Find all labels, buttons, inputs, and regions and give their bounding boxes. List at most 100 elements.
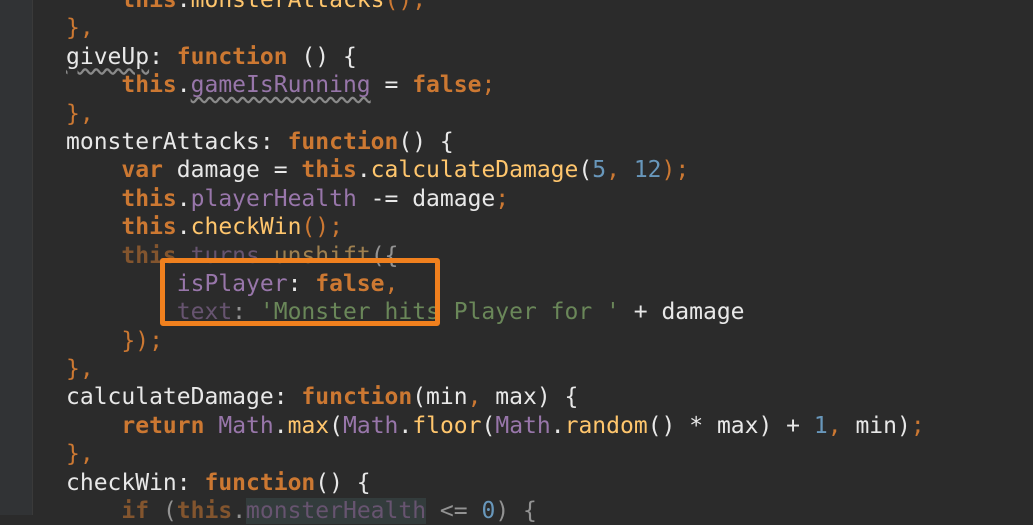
code-line[interactable]: }, <box>66 14 1033 42</box>
code-token: this <box>121 214 177 241</box>
code-token: this <box>176 498 233 525</box>
code-token: monsterAttacks <box>190 0 385 13</box>
code-token: ; <box>495 185 510 212</box>
code-token: min) <box>855 412 911 439</box>
code-token: giveUp <box>66 43 150 70</box>
code-token: <= <box>426 498 482 525</box>
code-token: random <box>564 412 648 439</box>
code-token: ); <box>661 157 690 184</box>
code-token: }, <box>66 100 94 127</box>
code-token: monsterHealth <box>246 498 427 525</box>
code-token: : <box>259 128 288 155</box>
code-token: . <box>176 185 191 212</box>
code-token: monsterAttacks <box>66 128 260 155</box>
code-token: () * max) + <box>647 412 814 439</box>
code-token: -= damage <box>356 185 496 212</box>
annotation-highlight-box <box>160 258 440 326</box>
code-line[interactable]: this.playerHealth -= damage; <box>66 185 1033 213</box>
code-token: . <box>550 412 565 439</box>
code-token: floor <box>412 412 482 439</box>
code-line[interactable]: this.gameIsRunning = false; <box>66 71 1033 99</box>
code-token: + damage <box>619 299 745 326</box>
code-line[interactable]: }, <box>66 355 1033 383</box>
code-token: () { <box>315 469 371 496</box>
code-token: this <box>121 72 177 99</box>
code-token: function <box>204 469 316 496</box>
code-token: max) { <box>495 384 579 411</box>
code-token: 0 <box>481 498 496 525</box>
code-line[interactable]: checkWin: function() { <box>66 469 1033 497</box>
code-token: ( <box>329 412 343 439</box>
code-line[interactable]: giveUp: function () { <box>66 43 1033 71</box>
code-token: return <box>121 412 205 439</box>
code-line[interactable]: }); <box>66 327 1033 355</box>
code-token: Math <box>495 412 551 439</box>
code-token: checkWin <box>190 214 302 241</box>
code-token: ) { <box>495 498 537 525</box>
code-token: . <box>176 72 191 99</box>
code-token: }, <box>66 15 94 42</box>
code-token: . <box>176 0 191 13</box>
code-token: if <box>121 498 150 525</box>
code-line[interactable]: calculateDamage: function(min, max) { <box>66 383 1033 411</box>
code-line[interactable]: var damage = this.calculateDamage(5, 12)… <box>66 156 1033 184</box>
code-token: : <box>273 384 302 411</box>
code-token: , <box>467 384 496 411</box>
code-token: Math <box>218 412 274 439</box>
code-token: (); <box>301 214 343 241</box>
code-token: calculateDamage <box>66 384 274 411</box>
code-token: damage = <box>162 157 302 184</box>
code-token: ( <box>481 412 496 439</box>
code-token: Math <box>343 412 399 439</box>
code-token: function <box>301 384 413 411</box>
code-token: false <box>412 72 482 99</box>
code-token: }, <box>66 356 94 383</box>
code-token: ( <box>149 498 177 525</box>
code-token: . <box>398 412 413 439</box>
code-token: this <box>301 157 357 184</box>
code-token: , <box>606 157 634 184</box>
code-token: . <box>273 412 288 439</box>
code-token: 1 <box>813 412 828 439</box>
code-token: }); <box>121 327 163 354</box>
code-line[interactable]: }, <box>66 440 1033 468</box>
code-token: ; <box>481 72 496 99</box>
code-line[interactable]: }, <box>66 100 1033 128</box>
code-token: function <box>176 43 288 70</box>
code-token: . <box>232 498 247 525</box>
code-token: this <box>121 185 177 212</box>
code-token: }, <box>66 441 94 468</box>
code-line[interactable]: this.checkWin(); <box>66 213 1033 241</box>
code-line[interactable]: if (this.monsterHealth <= 0) { <box>66 497 1033 525</box>
code-token: (min <box>412 384 468 411</box>
editor-gutter <box>0 0 33 515</box>
code-token: 12 <box>633 157 662 184</box>
code-token: var <box>121 157 163 184</box>
code-token: (); <box>384 0 427 13</box>
code-token: function <box>287 128 399 155</box>
code-token: . <box>176 214 191 241</box>
code-token: playerHealth <box>190 185 357 212</box>
code-token: , <box>827 412 856 439</box>
code-line[interactable]: return Math.max(Math.floor(Math.random()… <box>66 412 1033 440</box>
code-token: () { <box>398 128 454 155</box>
code-token: this <box>121 0 177 13</box>
code-line[interactable]: monsterAttacks: function() { <box>66 128 1033 156</box>
code-token: : <box>149 43 177 70</box>
code-token: . <box>356 157 371 184</box>
code-line[interactable]: this.monsterAttacks(); <box>66 0 1033 14</box>
code-token: = <box>370 72 413 99</box>
code-token: () { <box>287 43 357 70</box>
code-token: ; <box>910 412 925 439</box>
code-token: 5 <box>592 157 607 184</box>
code-token: : <box>176 469 205 496</box>
